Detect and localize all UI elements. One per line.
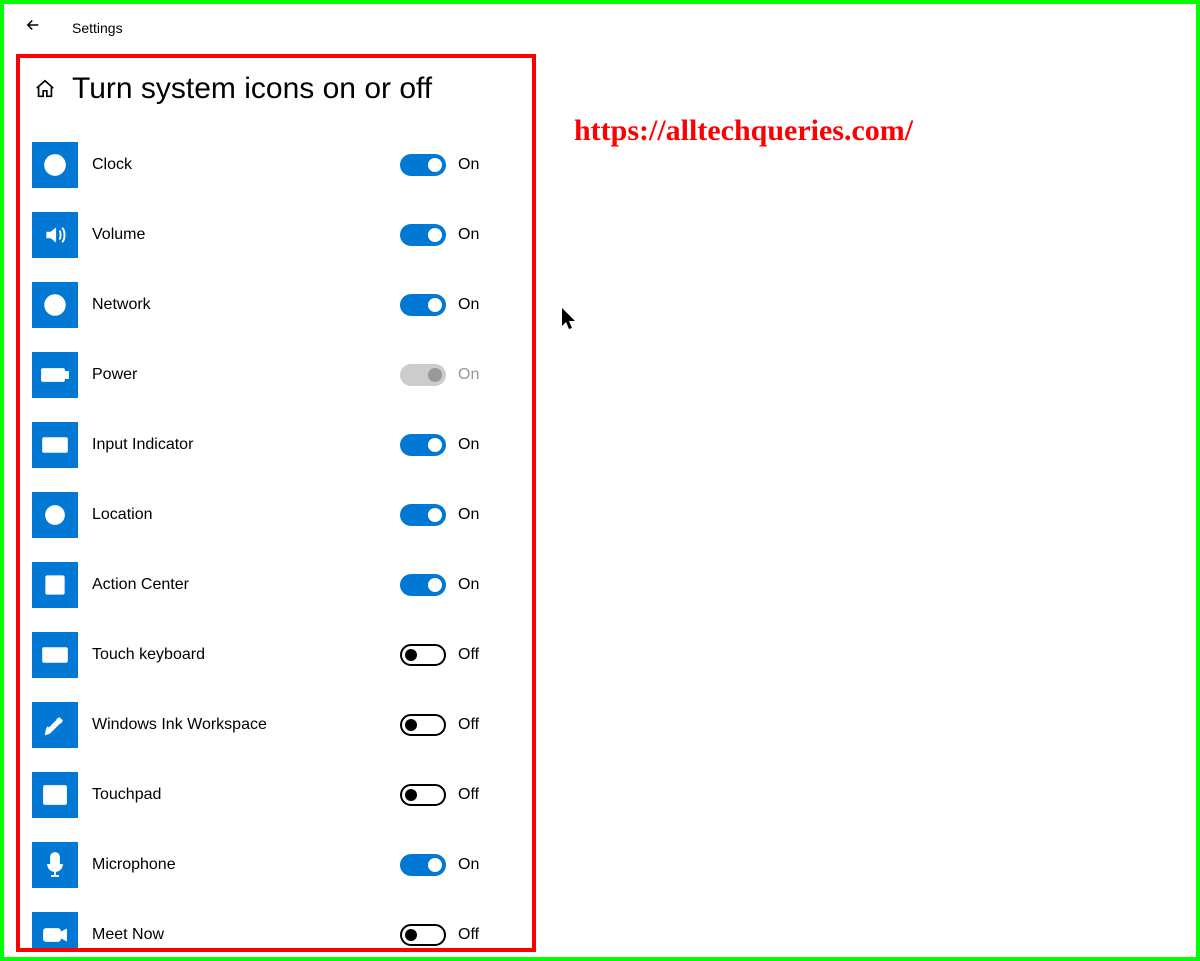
toggle-microphone[interactable] — [400, 854, 446, 876]
toggle-action-center[interactable] — [400, 574, 446, 596]
setting-label-power: Power — [92, 366, 400, 384]
setting-row-touch-keyboard: Touch keyboard Off — [30, 632, 522, 678]
toggle-windows-ink[interactable] — [400, 714, 446, 736]
home-icon[interactable] — [34, 78, 56, 100]
setting-label-meet-now: Meet Now — [92, 926, 400, 944]
toggle-state-touch-keyboard: Off — [458, 646, 486, 664]
toggle-network[interactable] — [400, 294, 446, 316]
setting-label-windows-ink: Windows Ink Workspace — [92, 716, 400, 734]
setting-label-clock: Clock — [92, 156, 400, 174]
toggle-input-indicator[interactable] — [400, 434, 446, 456]
location-icon — [32, 492, 78, 538]
touchpad-icon — [32, 772, 78, 818]
camera-icon — [32, 912, 78, 952]
setting-label-action-center: Action Center — [92, 576, 400, 594]
toggle-state-windows-ink: Off — [458, 716, 486, 734]
setting-row-action-center: Action Center On — [30, 562, 522, 608]
toggle-state-clock: On — [458, 156, 486, 174]
power-icon — [32, 352, 78, 398]
toggle-location[interactable] — [400, 504, 446, 526]
toggle-state-input-indicator: On — [458, 436, 486, 454]
toggle-state-touchpad: Off — [458, 786, 486, 804]
setting-row-windows-ink: Windows Ink Workspace Off — [30, 702, 522, 748]
back-button[interactable] — [24, 16, 42, 39]
toggle-meet-now[interactable] — [400, 924, 446, 946]
setting-row-volume: Volume On — [30, 212, 522, 258]
network-icon — [32, 282, 78, 328]
toggle-state-microphone: On — [458, 856, 486, 874]
setting-row-microphone: Microphone On — [30, 842, 522, 888]
toggle-touch-keyboard[interactable] — [400, 644, 446, 666]
setting-row-location: Location On — [30, 492, 522, 538]
setting-row-meet-now: Meet Now Off — [30, 912, 522, 952]
setting-label-touchpad: Touchpad — [92, 786, 400, 804]
touch-keyboard-icon — [32, 632, 78, 678]
notification-icon — [32, 562, 78, 608]
mouse-cursor — [562, 308, 580, 337]
toggle-power — [400, 364, 446, 386]
setting-label-network: Network — [92, 296, 400, 314]
volume-icon — [32, 212, 78, 258]
toggle-state-location: On — [458, 506, 486, 524]
setting-row-network: Network On — [30, 282, 522, 328]
toggle-touchpad[interactable] — [400, 784, 446, 806]
setting-row-power: Power On — [30, 352, 522, 398]
page-title: Turn system icons on or off — [72, 72, 432, 106]
setting-row-touchpad: Touchpad Off — [30, 772, 522, 818]
setting-label-volume: Volume — [92, 226, 400, 244]
setting-label-input-indicator: Input Indicator — [92, 436, 400, 454]
keyboard-icon — [32, 422, 78, 468]
toggle-state-network: On — [458, 296, 486, 314]
toggle-state-meet-now: Off — [458, 926, 486, 944]
watermark-text: https://alltechqueries.com/ — [574, 114, 913, 148]
setting-row-clock: Clock On — [30, 142, 522, 188]
setting-row-input-indicator: Input Indicator On — [30, 422, 522, 468]
toggle-volume[interactable] — [400, 224, 446, 246]
pen-icon — [32, 702, 78, 748]
setting-label-location: Location — [92, 506, 400, 524]
settings-title: Settings — [72, 20, 123, 36]
toggle-state-action-center: On — [458, 576, 486, 594]
clock-icon — [32, 142, 78, 188]
highlight-region: Turn system icons on or off ClockOnVolum… — [16, 54, 536, 952]
microphone-icon — [32, 842, 78, 888]
setting-label-touch-keyboard: Touch keyboard — [92, 646, 400, 664]
setting-label-microphone: Microphone — [92, 856, 400, 874]
toggle-state-power: On — [458, 366, 486, 384]
toggle-state-volume: On — [458, 226, 486, 244]
toggle-clock[interactable] — [400, 154, 446, 176]
